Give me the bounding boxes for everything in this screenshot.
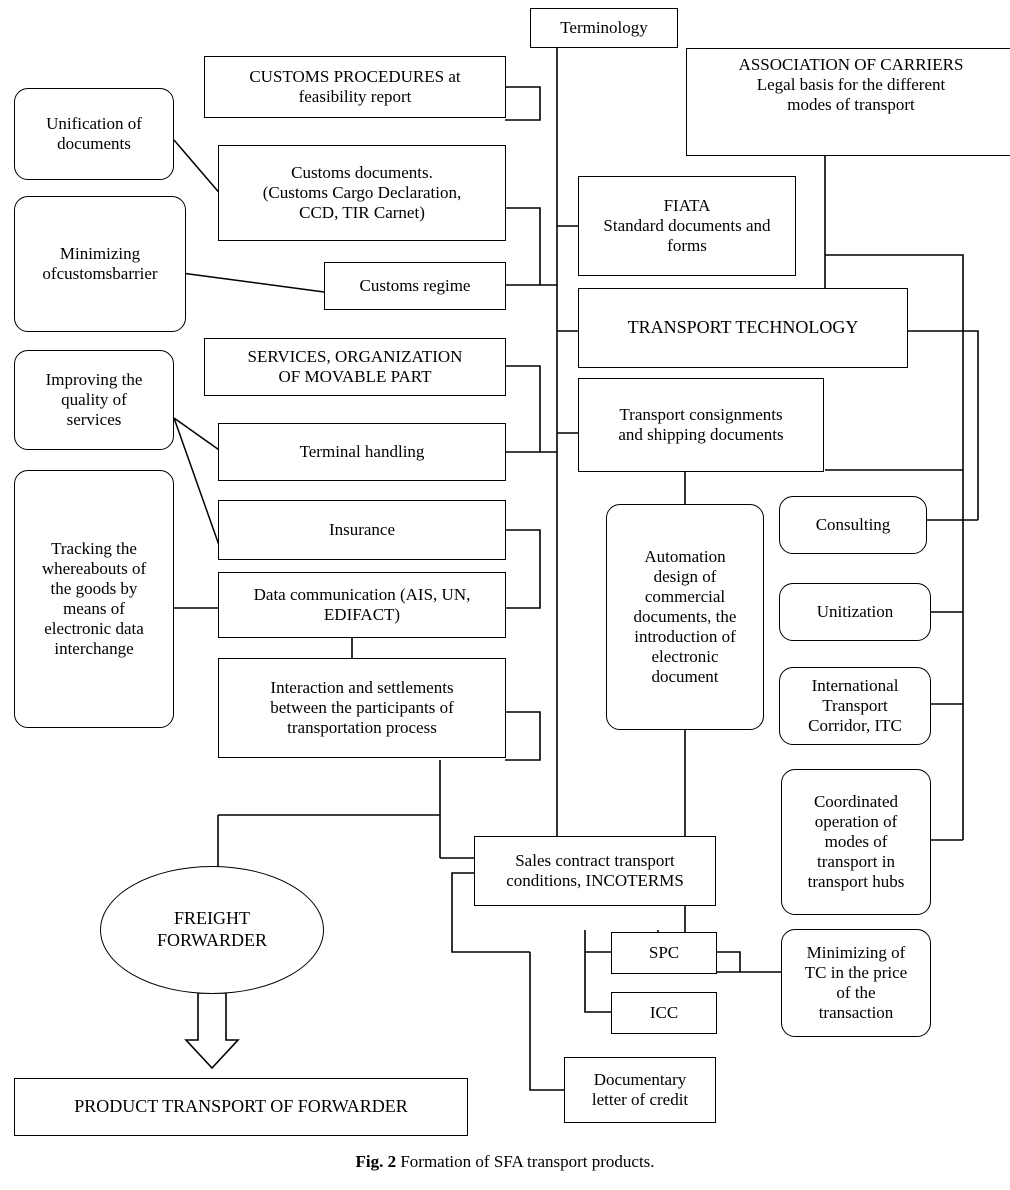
- node-interaction-settlements[interactable]: Interaction and settlements between the …: [218, 658, 506, 758]
- node-minimizing-tc[interactable]: Minimizing of TC in the price of the tra…: [781, 929, 931, 1037]
- node-tracking-whereabouts[interactable]: Tracking the whereabouts of the goods by…: [14, 470, 174, 728]
- node-tracking-whereabouts-label: Tracking the whereabouts of the goods by…: [41, 538, 147, 659]
- node-transport-technology[interactable]: TRANSPORT TECHNOLOGY: [578, 288, 908, 368]
- node-minimizing-tc-label: Minimizing of TC in the price of the tra…: [804, 942, 908, 1023]
- node-insurance-label: Insurance: [328, 519, 396, 539]
- node-terminology-label: Terminology: [560, 17, 648, 37]
- node-icc-label: ICC: [649, 1002, 679, 1022]
- node-customs-regime-label: Customs regime: [359, 275, 471, 295]
- figure-caption-label: Fig. 2: [355, 1152, 397, 1171]
- node-transport-technology-label: TRANSPORT TECHNOLOGY: [627, 317, 859, 338]
- node-documentary-letter-label: Documentary letter of credit: [591, 1069, 689, 1109]
- node-terminal-handling-label: Terminal handling: [299, 441, 425, 461]
- node-product-transport-label: PRODUCT TRANSPORT OF FORWARDER: [74, 1096, 408, 1117]
- node-unification-of-documents-label: Unification of documents: [46, 113, 142, 153]
- node-data-communication[interactable]: Data communication (AIS, UN, EDIFACT): [218, 572, 506, 638]
- node-coordinated-operation-label: Coordinated operation of modes of transp…: [807, 791, 905, 892]
- node-interaction-settlements-label: Interaction and settlements between the …: [270, 677, 454, 738]
- node-product-transport[interactable]: PRODUCT TRANSPORT OF FORWARDER: [14, 1078, 468, 1136]
- node-consulting-label: Consulting: [815, 514, 891, 534]
- node-data-communication-label: Data communication (AIS, UN, EDIFACT): [253, 584, 471, 624]
- node-spc[interactable]: SPC: [611, 932, 717, 974]
- node-international-transport-corridor-label: International Transport Corridor, ITC: [808, 675, 902, 736]
- node-minimizing-customs-barrier-label: Minimizing ofcustomsbarrier: [42, 243, 158, 283]
- flowchart-diagram: Terminology ASSOCIATION OF CARRIERS Lega…: [0, 0, 1010, 1190]
- node-terminal-handling[interactable]: Terminal handling: [218, 423, 506, 481]
- node-sales-contract-label: Sales contract transport conditions, INC…: [506, 850, 684, 890]
- node-transport-consignments-label: Transport consignments and shipping docu…: [618, 404, 784, 444]
- figure-caption: Fig. 2 Formation of SFA transport produc…: [0, 1152, 1010, 1172]
- node-fiata[interactable]: FIATA Standard documents and forms: [578, 176, 796, 276]
- figure-caption-text: Formation of SFA transport products.: [400, 1152, 655, 1171]
- node-consulting[interactable]: Consulting: [779, 496, 927, 554]
- node-automation-design[interactable]: Automation design of commercial document…: [606, 504, 764, 730]
- node-customs-documents-label: Customs documents. (Customs Cargo Declar…: [262, 162, 462, 223]
- node-unitization[interactable]: Unitization: [779, 583, 931, 641]
- node-automation-design-label: Automation design of commercial document…: [633, 546, 737, 687]
- node-minimizing-customs-barrier[interactable]: Minimizing ofcustomsbarrier: [14, 196, 186, 332]
- node-international-transport-corridor[interactable]: International Transport Corridor, ITC: [779, 667, 931, 745]
- node-freight-forwarder[interactable]: FREIGHT FORWARDER: [100, 866, 324, 994]
- node-sales-contract[interactable]: Sales contract transport conditions, INC…: [474, 836, 716, 906]
- node-coordinated-operation[interactable]: Coordinated operation of modes of transp…: [781, 769, 931, 915]
- node-unification-of-documents[interactable]: Unification of documents: [14, 88, 174, 180]
- node-services-organization-label: SERVICES, ORGANIZATION OF MOVABLE PART: [247, 346, 463, 386]
- node-unitization-label: Unitization: [816, 601, 894, 621]
- node-documentary-letter[interactable]: Documentary letter of credit: [564, 1057, 716, 1123]
- node-association-of-carriers[interactable]: ASSOCIATION OF CARRIERS Legal basis for …: [686, 48, 1010, 156]
- node-icc[interactable]: ICC: [611, 992, 717, 1034]
- node-improving-quality[interactable]: Improving the quality of services: [14, 350, 174, 450]
- node-services-organization[interactable]: SERVICES, ORGANIZATION OF MOVABLE PART: [204, 338, 506, 396]
- node-transport-consignments[interactable]: Transport consignments and shipping docu…: [578, 378, 824, 472]
- node-terminology[interactable]: Terminology: [530, 8, 678, 48]
- node-insurance[interactable]: Insurance: [218, 500, 506, 560]
- node-customs-procedures[interactable]: CUSTOMS PROCEDURES at feasibility report: [204, 56, 506, 118]
- node-spc-label: SPC: [648, 942, 680, 962]
- node-customs-procedures-label: CUSTOMS PROCEDURES at feasibility report: [249, 66, 461, 106]
- node-improving-quality-label: Improving the quality of services: [45, 369, 143, 430]
- node-association-of-carriers-label: ASSOCIATION OF CARRIERS Legal basis for …: [738, 55, 964, 115]
- node-freight-forwarder-label: FREIGHT FORWARDER: [156, 908, 268, 950]
- node-customs-regime[interactable]: Customs regime: [324, 262, 506, 310]
- node-customs-documents[interactable]: Customs documents. (Customs Cargo Declar…: [218, 145, 506, 241]
- node-fiata-label: FIATA Standard documents and forms: [603, 195, 771, 256]
